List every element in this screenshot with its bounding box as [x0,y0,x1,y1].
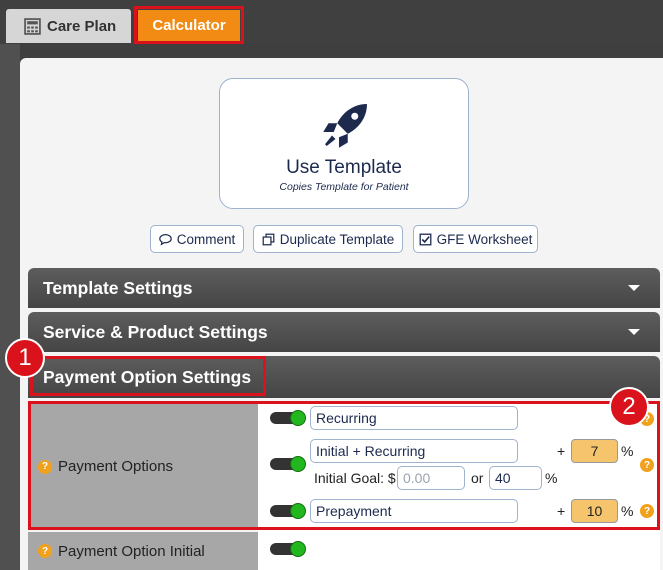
highlight-box-1 [30,356,266,396]
section-template-settings[interactable]: Template Settings [28,268,660,308]
comment-label: Comment [176,231,236,247]
tab-calculator[interactable]: Calculator [138,10,240,41]
tab-care-plan[interactable]: Care Plan [6,9,131,43]
caret-down-icon [628,329,640,335]
tab-care-plan-label: Care Plan [47,17,117,35]
section-template-settings-label: Template Settings [43,277,193,298]
rocket-icon [323,104,367,148]
gfe-worksheet-label: GFE Worksheet [436,231,533,247]
checkbox-icon [419,233,432,245]
use-template-title: Use Template [286,157,402,178]
annotation-badge-2-label: 2 [622,393,636,420]
use-template-button[interactable]: Use Template Copies Template for Patient [219,78,469,209]
copy-icon [262,233,275,245]
gfe-worksheet-button[interactable]: GFE Worksheet [413,225,538,253]
section-service-product-settings[interactable]: Service & Product Settings [28,312,660,352]
payment-option-initial-toggle[interactable] [270,541,306,557]
payment-option-initial-label: Payment Option Initial [58,542,205,560]
duplicate-template-button[interactable]: Duplicate Template [253,225,403,253]
highlight-box-2 [28,401,660,530]
section-service-product-settings-label: Service & Product Settings [43,321,268,342]
calculator-icon [24,17,41,35]
duplicate-template-label: Duplicate Template [279,231,395,247]
use-template-subtitle: Copies Template for Patient [279,181,409,193]
tab-bar: Care Plan Calculator [0,0,663,44]
annotation-badge-1: 1 [5,338,45,378]
caret-down-icon [628,285,640,291]
annotation-badge-2: 2 [609,387,649,427]
comment-icon [158,233,172,246]
payment-option-initial-label-cell: ? Payment Option Initial [28,532,258,570]
comment-button[interactable]: Comment [150,225,244,253]
left-strip [0,44,20,570]
help-icon[interactable]: ? [38,544,52,558]
annotation-badge-1-label: 1 [18,344,32,371]
tab-calculator-label: Calculator [152,17,226,34]
